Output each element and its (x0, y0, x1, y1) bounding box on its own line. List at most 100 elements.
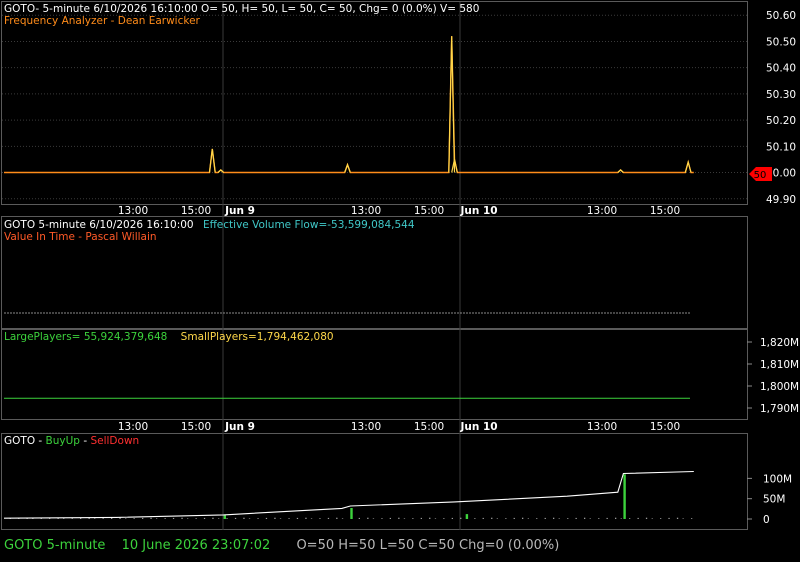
small-players-label: SmallPlayers=1,794,462,080 (181, 331, 334, 343)
time-axis-label: Jun 10 (459, 205, 497, 217)
volume-bar (305, 517, 307, 519)
volume-title-prefix: GOTO - (4, 435, 46, 447)
volume-bar (522, 517, 524, 519)
volume-bar (527, 518, 529, 519)
price-y-tick-label: 50.30 (766, 89, 796, 101)
time-axis-label: 13:00 (351, 421, 381, 433)
status-symbol: GOTO 5-minute (4, 538, 105, 553)
time-axis-label: 13:00 (118, 205, 148, 217)
volume-bar (234, 517, 237, 519)
price-gridlines (2, 14, 747, 200)
price-panel-header: GOTO- 5-minute 6/10/2026 16:10:00 O= 50,… (4, 3, 479, 15)
volume-bar (496, 518, 498, 519)
players-y-tick-label: 1,790M (760, 403, 799, 415)
volume-bar (536, 518, 538, 519)
volume-title-sep: - (83, 435, 87, 447)
volume-bar (181, 517, 183, 519)
volume-bar (94, 518, 96, 519)
volume-bar (381, 518, 383, 519)
price-panel-subtitle: Frequency Analyzer - Dean Earwicker (4, 15, 201, 27)
volume-bar (226, 518, 228, 519)
volume-panel-header: GOTO - BuyUp - SellDown (4, 435, 139, 447)
volume-bar (584, 517, 586, 519)
buyup-label: BuyUp (46, 435, 81, 447)
price-spike (448, 36, 456, 173)
volume-y-tick-label: 100M (763, 473, 792, 485)
time-axis-top: 13:00 15:00 Jun 9 13:00 15:00 Jun 10 13:00 15:0… (118, 205, 680, 217)
time-axis-label: 13:00 (587, 205, 617, 217)
price-y-tick-label: 50.40 (766, 63, 796, 75)
volume-bar (350, 508, 353, 519)
volume-bar (668, 517, 670, 519)
price-y-tick-label: 50.20 (766, 115, 796, 127)
status-ohlc: O=50 H=50 L=50 C=50 Chg=0 (0.00%) (296, 538, 559, 553)
volume-bar (133, 518, 135, 519)
volume-bar (491, 517, 493, 519)
volume-bar (265, 517, 268, 519)
volume-bar (257, 518, 259, 519)
last-price-tag: 50 (749, 167, 772, 181)
price-y-tick-label: 50.10 (766, 141, 796, 153)
volume-bar (187, 518, 189, 519)
volume-bar (620, 518, 622, 519)
players-y-tick-label: 1,800M (760, 381, 799, 393)
volume-bar (248, 518, 251, 519)
volume-bar (142, 517, 144, 519)
price-y-tick-label: 49.90 (766, 194, 796, 206)
large-players-label: LargePlayers= 55,924,379,648 (4, 331, 167, 343)
volume-bar (637, 517, 639, 519)
volume-bar (513, 517, 515, 519)
volume-bar (629, 518, 631, 519)
volume-bar (398, 517, 400, 519)
volume-bar (164, 518, 166, 519)
evf-panel-subtitle: Value In Time - Pascal Willain (4, 231, 157, 243)
time-axis-label: Jun 9 (224, 205, 255, 217)
volume-bar (336, 517, 338, 519)
players-panel-frame (1, 329, 748, 420)
volume-bar (150, 517, 152, 519)
volume-bar (443, 518, 445, 519)
volume-bar (156, 518, 158, 519)
volume-bar (218, 518, 220, 519)
volume-bar (102, 518, 104, 519)
volume-panel-frame (1, 433, 748, 530)
price-series (4, 36, 694, 174)
volume-bar (615, 517, 617, 519)
volume-bar (482, 517, 484, 519)
volume-bar (243, 517, 245, 519)
volume-bar (341, 518, 344, 519)
price-y-tick-label: 50.50 (766, 36, 796, 48)
volume-y-axis: 100M 50M 0 (747, 473, 792, 526)
volume-bar (310, 518, 313, 519)
status-bar: GOTO 5-minute 10 June 2026 23:07:02 O=50… (4, 538, 559, 553)
volume-bar (567, 518, 569, 519)
price-line (4, 36, 694, 174)
volume-bar (403, 518, 406, 519)
volume-bar (288, 518, 290, 519)
volume-bar (296, 517, 299, 519)
players-panel-header: LargePlayers= 55,924,379,648 SmallPlayer… (4, 331, 334, 343)
volume-bars (9, 474, 693, 519)
volume-bar (606, 517, 608, 519)
time-axis-label: 15:00 (650, 421, 680, 433)
volume-bar (623, 474, 626, 519)
time-axis-label: 13:00 (118, 421, 148, 433)
time-axis-label: 15:00 (181, 205, 211, 217)
players-y-tick-label: 1,810M (760, 359, 799, 371)
price-spike (344, 162, 351, 173)
volume-bar (319, 518, 321, 519)
price-panel-frame (1, 1, 748, 205)
time-axis-label: 13:00 (351, 205, 381, 217)
volume-bar (274, 517, 276, 519)
volume-bar (645, 517, 648, 519)
volume-bar (460, 517, 462, 519)
volume-bar (279, 518, 282, 519)
time-axis-middle: 13:00 15:00 Jun 9 13:00 15:00 Jun 10 13:00 15:0… (118, 421, 680, 433)
volume-bar (660, 518, 662, 519)
players-y-tick-label: 1,820M (760, 337, 799, 349)
volume-bar (474, 518, 476, 519)
volume-bar (71, 518, 73, 519)
volume-bar (598, 518, 600, 519)
volume-bar (327, 517, 330, 519)
volume-bar (111, 517, 113, 519)
